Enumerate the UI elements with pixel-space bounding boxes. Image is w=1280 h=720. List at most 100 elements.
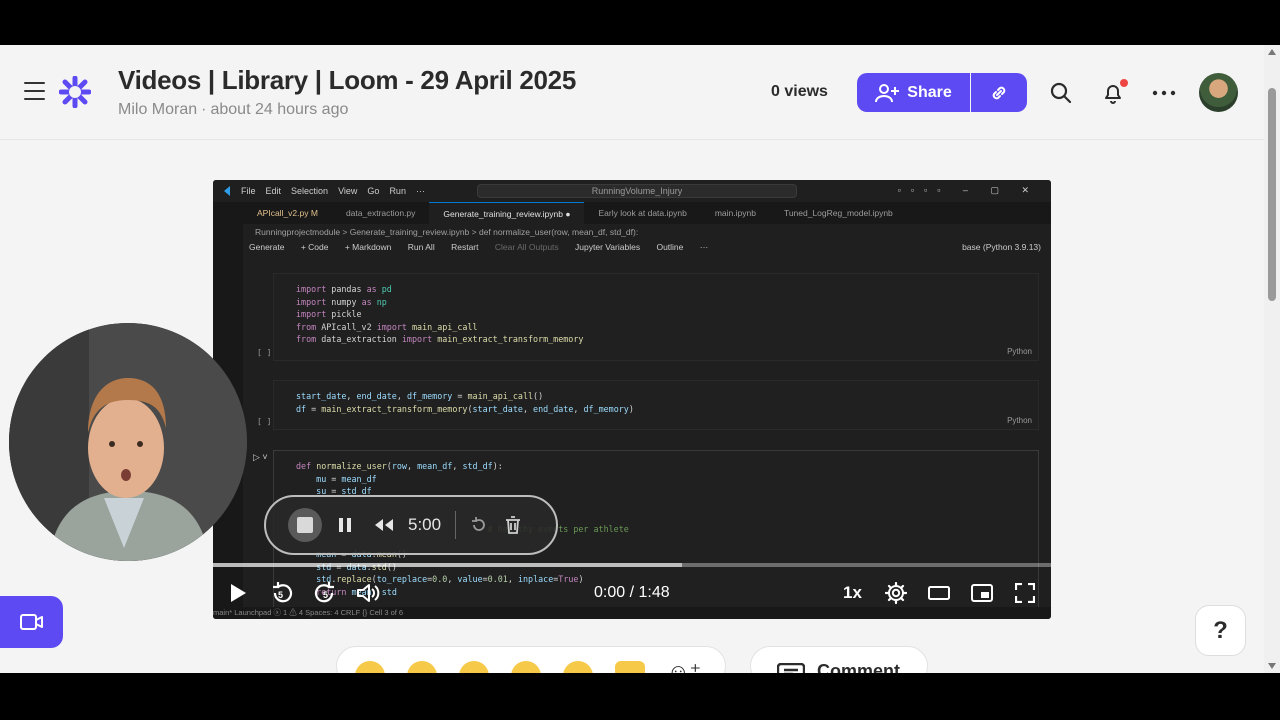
notification-dot bbox=[1120, 79, 1128, 87]
page-header: Videos | Library | Loom - 29 April 2025 … bbox=[0, 45, 1264, 140]
skip-back-seconds: 5 bbox=[278, 590, 284, 600]
emoji-raised-hand-icon[interactable] bbox=[615, 661, 645, 673]
menu-item: Selection bbox=[291, 186, 329, 196]
editor-tab: data_extraction.py bbox=[345, 208, 416, 218]
restart-icon[interactable] bbox=[470, 516, 488, 534]
recording-controls: 5:00 bbox=[264, 495, 558, 555]
menu-item: Go bbox=[367, 186, 380, 196]
add-emoji-icon[interactable]: ☺⁺ bbox=[667, 659, 701, 673]
kernel-selector: base (Python 3.9.13) bbox=[962, 242, 1041, 252]
copy-link-button[interactable] bbox=[971, 73, 1027, 112]
cell-bracket: [ ] bbox=[257, 417, 272, 426]
skip-forward-button[interactable]: 5 bbox=[312, 580, 338, 606]
loom-logo-icon[interactable] bbox=[59, 76, 91, 108]
recording-timer: 5:00 bbox=[408, 515, 442, 534]
scroll-thumb[interactable] bbox=[1268, 88, 1276, 301]
cell-code: import pandas as pd import numpy as np i… bbox=[296, 284, 584, 345]
vscode-breadcrumb: Runningprojectmodule > Generate_training… bbox=[255, 227, 639, 237]
vscode-tabs: APIcall_v2.py M data_extraction.py Gener… bbox=[243, 202, 1051, 224]
page-title: Videos | Library | Loom - 29 April 2025 bbox=[118, 65, 577, 95]
cell-bracket: [ ] bbox=[257, 348, 272, 357]
author-name[interactable]: Milo Moran bbox=[118, 101, 197, 118]
pip-button[interactable] bbox=[969, 580, 995, 606]
vscode-titlebar: File Edit Selection View Go Run ··· Runn… bbox=[213, 180, 1051, 202]
editor-tab: main.ipynb bbox=[714, 208, 756, 218]
notifications-button[interactable] bbox=[1101, 79, 1128, 105]
webcam-bubble[interactable] bbox=[9, 323, 247, 561]
time-separator: / bbox=[629, 584, 635, 601]
search-icon bbox=[1050, 82, 1072, 104]
video-meta: Milo Moran · about 24 hours ago bbox=[118, 101, 348, 119]
scroll-up-arrow[interactable] bbox=[1268, 49, 1276, 55]
volume-icon bbox=[357, 584, 380, 602]
toolbar-item: Outline bbox=[656, 242, 684, 252]
run-cell-icon: ▷ ˅ bbox=[253, 452, 268, 462]
fullscreen-icon bbox=[1015, 583, 1035, 603]
add-person-icon bbox=[875, 83, 900, 102]
webcam-person-image bbox=[9, 323, 247, 561]
theater-icon bbox=[928, 586, 950, 600]
editor-tab: APIcall_v2.py M bbox=[257, 208, 318, 218]
time-ago: about 24 hours ago bbox=[210, 101, 349, 118]
menu-item: Run bbox=[389, 186, 406, 196]
rewind-icon[interactable] bbox=[374, 518, 394, 532]
view-count[interactable]: 0 views bbox=[771, 83, 828, 101]
loom-page: Videos | Library | Loom - 29 April 2025 … bbox=[0, 45, 1280, 673]
stop-recording-button[interactable] bbox=[288, 508, 322, 542]
toolbar-item: Run All bbox=[407, 242, 435, 252]
more-button[interactable] bbox=[1152, 81, 1176, 105]
avatar[interactable] bbox=[1199, 73, 1238, 112]
editor-tab: Early look at data.ipynb bbox=[598, 208, 687, 218]
emoji-laugh-icon[interactable] bbox=[355, 661, 385, 673]
menu-item: File bbox=[241, 186, 256, 196]
theater-mode-button[interactable] bbox=[926, 580, 952, 606]
emoji-surprised-icon[interactable] bbox=[459, 661, 489, 673]
volume-button[interactable] bbox=[355, 580, 381, 606]
video-progress-bar[interactable] bbox=[213, 563, 1051, 567]
toolbar-item: Jupyter Variables bbox=[575, 242, 641, 252]
play-icon bbox=[231, 584, 246, 602]
comment-label: Comment bbox=[817, 661, 901, 673]
pause-icon[interactable] bbox=[338, 517, 352, 533]
reactions-bar[interactable]: ☺⁺ bbox=[336, 646, 726, 673]
pip-icon bbox=[971, 584, 993, 602]
comment-button[interactable]: Comment bbox=[750, 646, 928, 673]
scroll-down-arrow[interactable] bbox=[1268, 663, 1276, 669]
camera-icon bbox=[19, 614, 43, 630]
duration: 1:48 bbox=[638, 584, 670, 601]
vscode-menu: File Edit Selection View Go Run ··· bbox=[241, 186, 425, 196]
skip-forward-seconds: 5 bbox=[323, 590, 329, 600]
emoji-thumbs-up-icon[interactable] bbox=[563, 661, 593, 673]
hamburger-icon[interactable] bbox=[24, 82, 45, 101]
video-controls: 5 5 0:00 / 1:48 1x bbox=[213, 570, 1051, 618]
share-button[interactable]: Share bbox=[857, 73, 970, 112]
page-scrollbar[interactable] bbox=[1264, 45, 1280, 673]
emoji-heart-eyes-icon[interactable] bbox=[407, 661, 437, 673]
cell-code: start_date, end_date, df_memory = main_a… bbox=[296, 391, 634, 414]
fullscreen-button[interactable] bbox=[1012, 580, 1038, 606]
help-button[interactable]: ? bbox=[1195, 605, 1246, 656]
play-button[interactable] bbox=[225, 580, 251, 606]
editor-tab: Tuned_LogReg_model.ipynb bbox=[783, 208, 893, 218]
toolbar-item: + Markdown bbox=[344, 242, 392, 252]
vscode-logo-icon bbox=[224, 186, 230, 196]
record-button[interactable] bbox=[0, 596, 63, 648]
playback-time: 0:00 / 1:48 bbox=[594, 584, 670, 602]
window-controls-icon: ▫▫▫▫ – ▢ ✕ bbox=[897, 185, 1039, 195]
current-time: 0:00 bbox=[594, 584, 626, 601]
cell-language: Python bbox=[1007, 416, 1032, 425]
settings-button[interactable] bbox=[883, 580, 909, 606]
trash-icon[interactable] bbox=[504, 515, 522, 535]
settings-icon bbox=[885, 582, 907, 604]
toolbar-item: ··· bbox=[699, 242, 709, 252]
playback-speed-button[interactable]: 1x bbox=[843, 583, 862, 603]
link-icon bbox=[992, 86, 1006, 99]
search-button[interactable] bbox=[1049, 81, 1073, 105]
toolbar-item: Generate bbox=[249, 242, 285, 252]
toolbar-item: + Code bbox=[300, 242, 329, 252]
emoji-clap-icon[interactable] bbox=[511, 661, 541, 673]
menu-item: Edit bbox=[265, 186, 282, 196]
comment-icon bbox=[777, 663, 805, 673]
skip-back-button[interactable]: 5 bbox=[269, 580, 295, 606]
share-label: Share bbox=[907, 83, 952, 101]
